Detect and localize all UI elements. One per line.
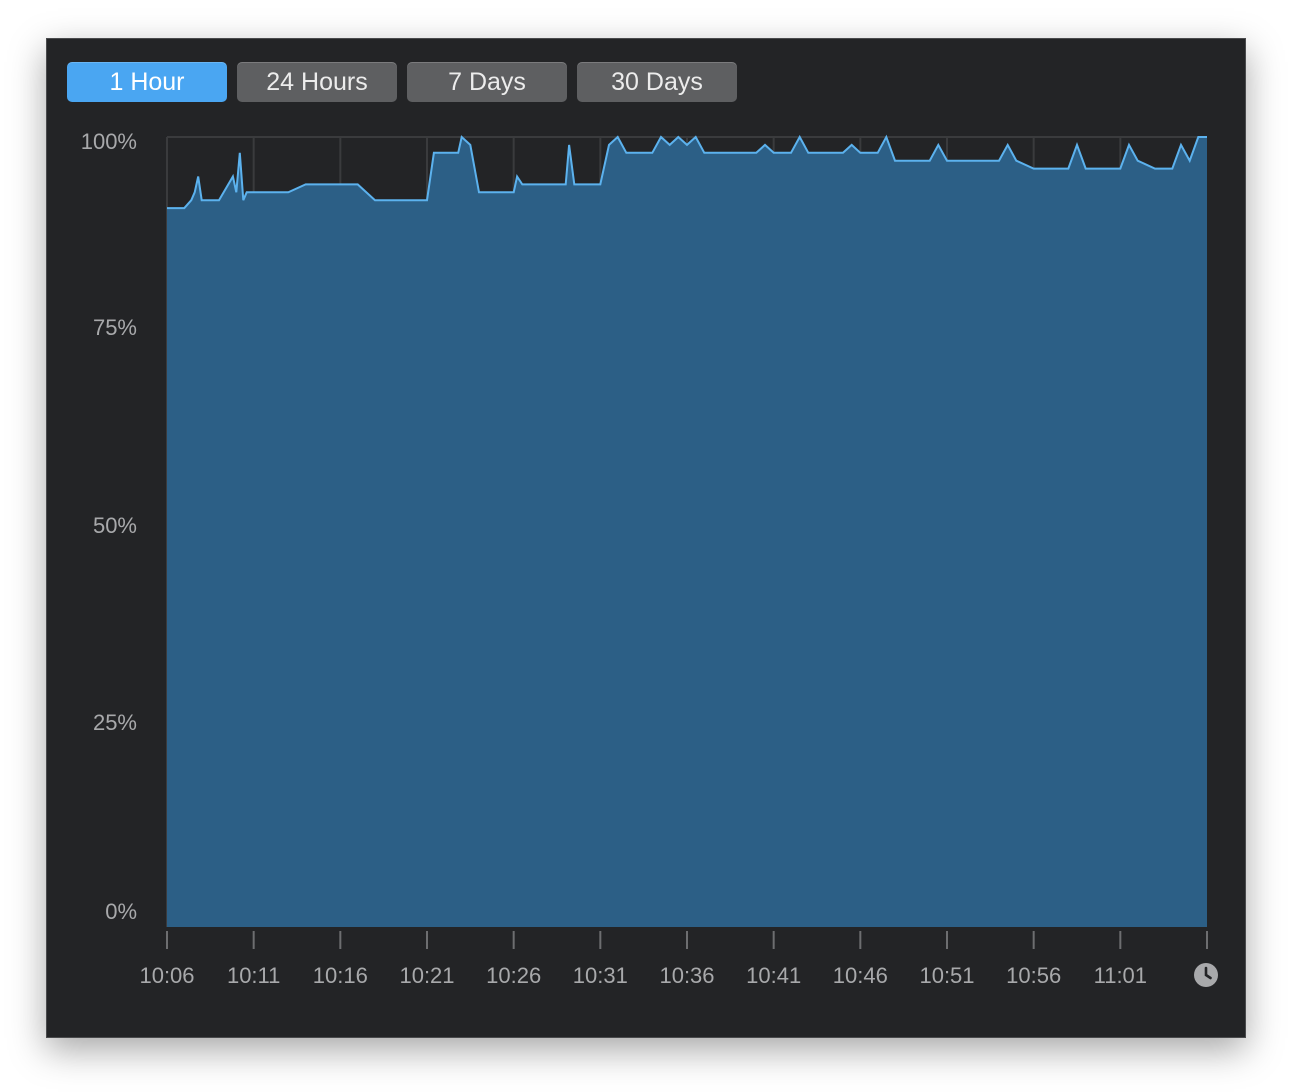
x-tick-label: 10:56: [1006, 963, 1061, 988]
x-tick-label: 10:06: [139, 963, 194, 988]
y-tick-label: 0%: [105, 899, 137, 924]
y-tick-label: 50%: [93, 513, 137, 538]
x-tick-label: 10:36: [659, 963, 714, 988]
x-tick-label: 10:16: [313, 963, 368, 988]
x-tick-label: 10:11: [227, 963, 280, 988]
y-tick-label: 25%: [93, 710, 137, 735]
usage-area: [167, 137, 1207, 927]
usage-chart: 10:06 10:11 10:16 10:21 10:26 10:31 10:36 10:41…: [81, 129, 1208, 988]
y-tick-label: 75%: [93, 315, 137, 340]
x-tick-label: 10:26: [486, 963, 541, 988]
x-tick-label: 10:46: [833, 963, 888, 988]
x-tick-label: 10:21: [399, 963, 454, 988]
x-tick-label: 10:41: [746, 963, 801, 988]
cpu-usage-window: 1 Hour 24 Hours 7 Days 30 Days 10:06 10:1…: [46, 38, 1246, 1038]
x-tick-label: 10:51: [919, 963, 974, 988]
x-tick-label: 10:31: [573, 963, 628, 988]
y-tick-label: 100%: [81, 129, 137, 154]
clock-icon[interactable]: [1193, 962, 1219, 988]
x-tick-label: 11:01: [1094, 963, 1147, 988]
